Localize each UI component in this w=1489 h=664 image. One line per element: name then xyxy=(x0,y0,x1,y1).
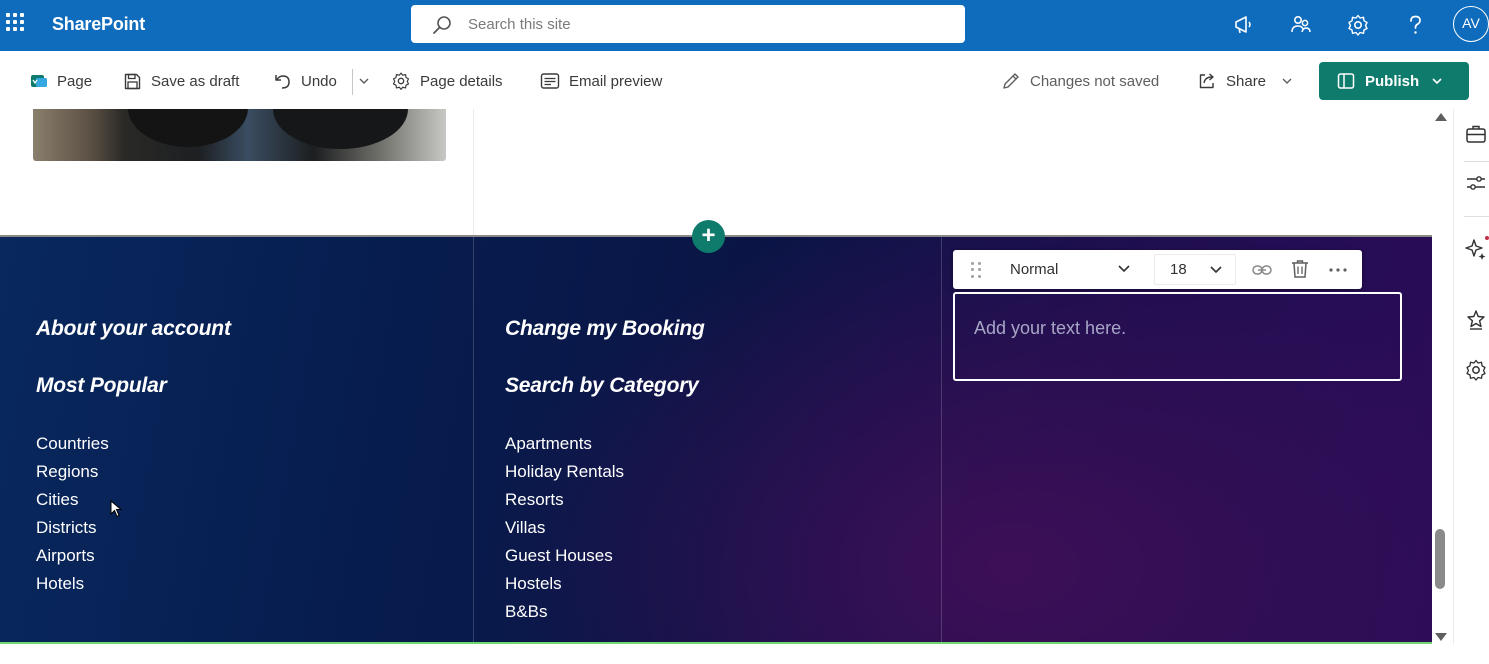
heading-change-booking: Change my Booking xyxy=(505,317,705,340)
megaphone-icon[interactable] xyxy=(1229,10,1259,40)
link-holiday-rentals[interactable]: Holiday Rentals xyxy=(505,458,624,486)
save-status: Changes not saved xyxy=(1001,70,1159,92)
text-style-dropdown[interactable]: Normal xyxy=(1000,254,1143,285)
rail-divider xyxy=(1464,216,1489,217)
column-divider xyxy=(941,237,942,642)
save-status-label: Changes not saved xyxy=(1030,72,1160,90)
page-label: Page xyxy=(57,72,93,90)
link-airports[interactable]: Airports xyxy=(36,542,109,570)
rail-divider xyxy=(1464,161,1489,162)
question-icon[interactable] xyxy=(1400,10,1430,40)
email-preview-icon xyxy=(540,73,560,89)
page-button[interactable]: Page xyxy=(30,70,92,92)
publish-button[interactable]: Publish xyxy=(1319,62,1469,100)
email-preview-button[interactable]: Email preview xyxy=(540,70,662,92)
save-as-draft-label: Save as draft xyxy=(151,72,240,90)
font-size-dropdown[interactable]: 18 xyxy=(1154,254,1236,285)
image-web-part[interactable] xyxy=(33,109,446,161)
gear-icon[interactable] xyxy=(1464,358,1488,382)
link-villas[interactable]: Villas xyxy=(505,514,624,542)
image-shape xyxy=(273,109,408,149)
scroll-down-arrow-icon[interactable] xyxy=(1435,633,1447,641)
avatar[interactable]: AV xyxy=(1453,6,1489,42)
pencil-icon xyxy=(1003,73,1019,89)
image-shape xyxy=(128,109,248,147)
page-details-button[interactable]: Page details xyxy=(391,70,503,92)
search-box[interactable]: Search this site xyxy=(411,5,965,43)
more-options-icon[interactable] xyxy=(1327,259,1349,281)
heading-search-category: Search by Category xyxy=(505,374,699,397)
link-list: Apartments Holiday Rentals Resorts Villa… xyxy=(505,430,624,626)
chevron-down-icon xyxy=(1282,78,1292,84)
font-size-value: 18 xyxy=(1170,261,1187,278)
heading-about-account: About your account xyxy=(36,317,231,340)
app-title[interactable]: SharePoint xyxy=(52,14,145,35)
right-toolbox-rail xyxy=(1453,109,1489,644)
chevron-down-icon xyxy=(359,78,369,84)
mouse-cursor-icon xyxy=(110,500,122,518)
scroll-thumb[interactable] xyxy=(1435,529,1445,589)
link-hotels[interactable]: Hotels xyxy=(36,570,109,598)
column-divider xyxy=(473,109,474,235)
command-bar: Page Save as draft Undo Page details Ema… xyxy=(0,51,1489,109)
vertical-scrollbar[interactable] xyxy=(1432,109,1449,644)
chevron-down-icon xyxy=(1118,265,1130,273)
undo-divider xyxy=(352,69,353,95)
canvas-bottom-border xyxy=(0,642,1432,644)
link-countries[interactable]: Countries xyxy=(36,430,109,458)
gear-icon xyxy=(392,72,410,90)
undo-label: Undo xyxy=(301,72,337,90)
app-launcher-icon[interactable] xyxy=(4,11,26,33)
delete-icon[interactable] xyxy=(1289,258,1311,280)
chevron-down-icon xyxy=(1210,266,1222,274)
share-icon xyxy=(1199,73,1214,89)
search-icon xyxy=(433,16,451,34)
link-guest-houses[interactable]: Guest Houses xyxy=(505,542,624,570)
page-details-label: Page details xyxy=(420,72,503,90)
email-preview-label: Email preview xyxy=(569,72,663,90)
add-section-button[interactable]: + xyxy=(692,220,725,253)
link-resorts[interactable]: Resorts xyxy=(505,486,624,514)
link-bnbs[interactable]: B&Bs xyxy=(505,598,624,626)
undo-dropdown-button[interactable] xyxy=(358,70,379,92)
publish-icon xyxy=(1337,73,1355,89)
chevron-down-icon[interactable] xyxy=(1431,76,1443,86)
link-districts[interactable]: Districts xyxy=(36,514,109,542)
heading-most-popular: Most Popular xyxy=(36,374,167,397)
scroll-up-arrow-icon[interactable] xyxy=(1435,113,1447,121)
save-as-draft-button[interactable]: Save as draft xyxy=(123,70,239,92)
drag-handle-icon[interactable] xyxy=(971,262,983,278)
sliders-icon[interactable] xyxy=(1464,171,1488,195)
text-style-value: Normal xyxy=(1010,261,1059,278)
gear-icon[interactable] xyxy=(1343,10,1373,40)
share-button[interactable]: Share xyxy=(1197,70,1293,92)
link-icon[interactable] xyxy=(1251,259,1273,281)
people-icon[interactable] xyxy=(1286,10,1316,40)
suite-bar: SharePoint Search this site AV xyxy=(0,0,1489,51)
column-divider xyxy=(473,237,474,642)
page-icon xyxy=(31,75,47,87)
text-placeholder: Add your text here. xyxy=(974,318,1127,338)
save-icon xyxy=(124,73,141,89)
link-list: Countries Regions Cities Districts Airpo… xyxy=(36,430,109,598)
toolbox-icon[interactable] xyxy=(1464,122,1488,146)
search-placeholder: Search this site xyxy=(468,16,571,33)
undo-button[interactable]: Undo xyxy=(273,70,337,92)
link-cities[interactable]: Cities xyxy=(36,486,109,514)
sparkle-icon[interactable] xyxy=(1464,237,1488,261)
link-hostels[interactable]: Hostels xyxy=(505,570,624,598)
publish-label: Publish xyxy=(1365,72,1420,90)
notification-dot xyxy=(1485,236,1489,240)
undo-icon xyxy=(275,74,290,89)
link-regions[interactable]: Regions xyxy=(36,458,109,486)
link-apartments[interactable]: Apartments xyxy=(505,430,624,458)
text-web-part-input[interactable]: Add your text here. xyxy=(953,292,1402,381)
design-ideas-icon[interactable] xyxy=(1464,308,1488,332)
share-label: Share xyxy=(1226,72,1267,90)
